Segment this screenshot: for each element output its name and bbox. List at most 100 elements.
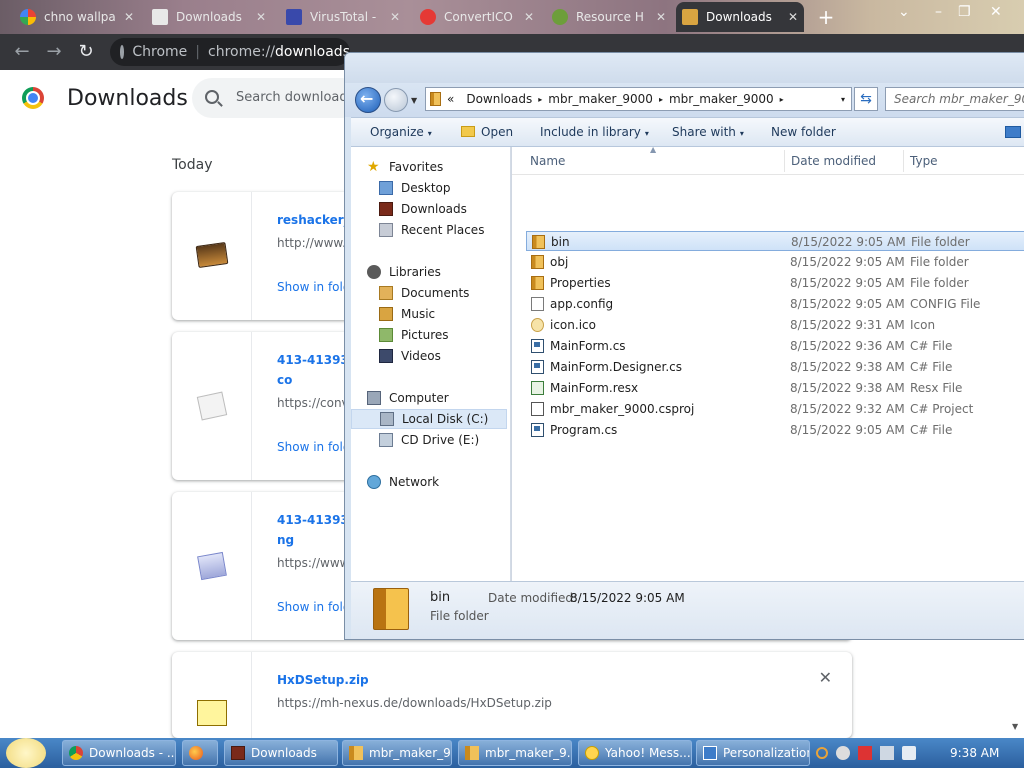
action-center-icon[interactable] xyxy=(858,746,872,760)
close-icon[interactable]: ✕ xyxy=(652,10,666,24)
close-icon[interactable]: ✕ xyxy=(386,10,400,24)
search-tray-icon[interactable] xyxy=(816,747,828,759)
remove-download-button[interactable]: ✕ xyxy=(819,668,832,687)
breadcrumb-arrow-icon[interactable]: ▸ xyxy=(659,95,663,104)
taskbar-firefox[interactable] xyxy=(182,740,218,766)
selected-item-name: bin xyxy=(430,590,451,605)
chevron-down-icon: ▾ xyxy=(427,129,432,138)
column-header-name[interactable]: Name xyxy=(530,154,565,168)
minimize-button[interactable]: – xyxy=(935,4,942,20)
network-tray-icon[interactable] xyxy=(880,746,894,760)
file-row-program-cs[interactable]: Program.cs 8/15/2022 9:05 AM C# File xyxy=(526,420,1024,440)
search-input[interactable] xyxy=(236,90,356,105)
tab-resource-hacker[interactable]: Resource H ✕ xyxy=(546,2,672,32)
recent-pages-chevron-icon[interactable]: ▼ xyxy=(411,96,417,105)
reload-button[interactable]: ↻ xyxy=(76,42,96,62)
explorer-titlebar[interactable] xyxy=(345,53,1024,83)
tab-search-chevron-icon[interactable]: ⌄ xyxy=(898,4,910,20)
downloads-tab-icon xyxy=(152,9,168,25)
taskbar-chrome-downloads[interactable]: Downloads - ... xyxy=(62,740,176,766)
nav-network[interactable]: Network xyxy=(367,472,527,492)
file-row-mainform-resx[interactable]: MainForm.resx 8/15/2022 9:38 AM Resx Fil… xyxy=(526,378,1024,398)
tab-label: Resource H xyxy=(576,10,644,24)
recent-places-icon xyxy=(379,223,393,237)
restore-button[interactable]: ❐ xyxy=(958,4,971,20)
preview-pane-icon[interactable] xyxy=(1005,126,1021,138)
download-file-link[interactable]: HxDSetup.zip xyxy=(277,670,837,690)
volume-icon[interactable] xyxy=(902,746,916,760)
column-header-type[interactable]: Type xyxy=(910,154,938,168)
column-header-date-modified[interactable]: Date modified xyxy=(791,154,876,168)
tab-google-search[interactable]: chno wallpa ✕ xyxy=(14,2,140,32)
selected-item-type: File folder xyxy=(430,609,489,623)
new-folder-button[interactable]: New folder xyxy=(771,125,836,139)
open-button[interactable]: Open xyxy=(461,125,513,139)
download-url[interactable]: https://www xyxy=(277,556,349,570)
taskbar-explorer-mbr-maker-2[interactable]: mbr_maker_9... xyxy=(458,740,572,766)
close-icon[interactable]: ✕ xyxy=(120,10,134,24)
address-bar[interactable]: Chrome | chrome://downloads xyxy=(110,38,350,66)
start-button[interactable] xyxy=(6,738,46,768)
tab-label: Downloads xyxy=(176,10,242,24)
documents-icon xyxy=(379,286,393,300)
file-row-bin[interactable]: bin 8/15/2022 9:05 AM File folder xyxy=(526,231,1024,251)
explorer-forward-button[interactable] xyxy=(384,88,408,112)
firefox-icon xyxy=(189,746,203,760)
taskbar-explorer-mbr-maker-1[interactable]: mbr_maker_9... xyxy=(342,740,452,766)
breadcrumb-arrow-icon[interactable]: ▸ xyxy=(538,95,542,104)
taskbar-personalization[interactable]: Personalization xyxy=(696,740,810,766)
scroll-down-arrow-icon[interactable]: ▼ xyxy=(1012,722,1018,731)
google-icon xyxy=(20,9,36,25)
show-in-folder-link[interactable]: Show in fold xyxy=(277,600,350,614)
close-icon[interactable]: ✕ xyxy=(252,10,266,24)
tab-converticon[interactable]: ConvertICO ✕ xyxy=(414,2,540,32)
address-dropdown-icon[interactable]: ▾ xyxy=(841,95,845,104)
file-row-obj[interactable]: obj 8/15/2022 9:05 AM File folder xyxy=(526,252,1024,272)
show-in-folder-link[interactable]: Show in fold xyxy=(277,440,350,454)
forward-button[interactable]: → xyxy=(44,42,64,62)
include-in-library-menu[interactable]: Include in library ▾ xyxy=(540,125,649,139)
site-label: Chrome xyxy=(132,44,188,60)
nav-libraries[interactable]: Libraries xyxy=(367,262,527,282)
new-tab-button[interactable]: + xyxy=(815,6,837,28)
file-row-csproj[interactable]: mbr_maker_9000.csproj 8/15/2022 9:32 AM … xyxy=(526,399,1024,419)
tab-downloads-1[interactable]: Downloads ✕ xyxy=(146,2,272,32)
file-row-properties[interactable]: Properties 8/15/2022 9:05 AM File folder xyxy=(526,273,1024,293)
breadcrumb-downloads[interactable]: Downloads xyxy=(466,92,532,106)
download-url[interactable]: http://www. xyxy=(277,236,346,250)
file-row-mainform-cs[interactable]: MainForm.cs 8/15/2022 9:36 AM C# File xyxy=(526,336,1024,356)
taskbar-yahoo-messenger[interactable]: Yahoo! Mess... xyxy=(578,740,692,766)
explorer-address-bar[interactable]: « Downloads ▸ mbr_maker_9000 ▸ mbr_maker… xyxy=(425,87,852,111)
file-row-mainform-designer-cs[interactable]: MainForm.Designer.cs 8/15/2022 9:38 AM C… xyxy=(526,357,1024,377)
messenger-tray-icon[interactable] xyxy=(836,746,850,760)
nav-local-disk-c[interactable]: Local Disk (C:) xyxy=(351,409,507,429)
tab-downloads-active[interactable]: Downloads ✕ xyxy=(676,2,804,32)
explorer-back-button[interactable] xyxy=(355,87,381,113)
taskbar-downloads[interactable]: Downloads xyxy=(224,740,338,766)
explorer-search-input[interactable] xyxy=(885,87,1024,111)
nav-favorites[interactable]: ★ Favorites xyxy=(367,157,527,177)
download-url[interactable]: https://conv xyxy=(277,396,349,410)
window-close-button[interactable]: ✕ xyxy=(990,4,1002,20)
refresh-button[interactable]: ⇆ xyxy=(854,87,878,111)
organize-menu[interactable]: Organize ▾ xyxy=(370,125,432,139)
show-in-folder-link[interactable]: Show in fold xyxy=(277,280,350,294)
close-icon[interactable]: ✕ xyxy=(784,10,798,24)
breadcrumb-mbr-maker-current[interactable]: mbr_maker_9000 xyxy=(669,92,774,106)
system-clock[interactable]: 9:38 AM xyxy=(950,746,999,760)
file-row-app-config[interactable]: app.config 8/15/2022 9:05 AM CONFIG File xyxy=(526,294,1024,314)
share-with-menu[interactable]: Share with ▾ xyxy=(672,125,744,139)
chevron-down-icon: ▾ xyxy=(644,129,649,138)
download-url[interactable]: https://mh-nexus.de/downloads/HxDSetup.z… xyxy=(277,696,552,710)
breadcrumb-mbr-maker-parent[interactable]: mbr_maker_9000 xyxy=(548,92,653,106)
breadcrumb-arrow-icon[interactable]: ▸ xyxy=(780,95,784,104)
back-button[interactable]: ← xyxy=(12,42,32,62)
file-list-header: Name ▲ Date modified Type xyxy=(512,145,1024,175)
breadcrumb-overflow[interactable]: « xyxy=(447,92,454,106)
csproj-file-icon xyxy=(531,402,544,416)
tab-virustotal[interactable]: VirusTotal - ✕ xyxy=(280,2,406,32)
close-icon[interactable]: ✕ xyxy=(520,10,534,24)
nav-computer[interactable]: Computer xyxy=(367,388,527,408)
resource-icon xyxy=(552,9,568,25)
file-row-icon-ico[interactable]: icon.ico 8/15/2022 9:31 AM Icon xyxy=(526,315,1024,335)
